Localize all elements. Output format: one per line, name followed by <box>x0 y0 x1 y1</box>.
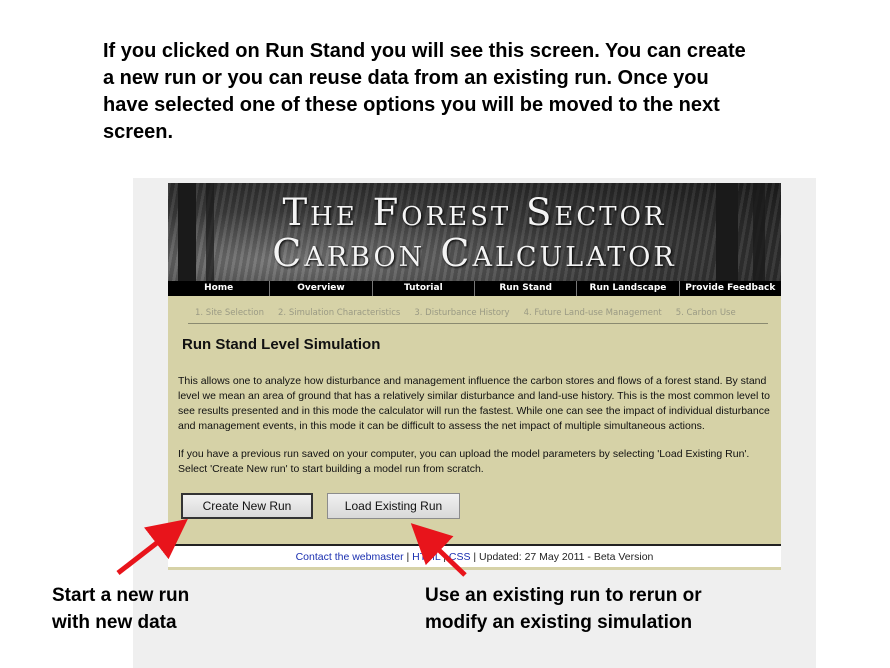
nav-run-stand[interactable]: Run Stand <box>475 281 578 296</box>
callout-line: modify an existing simulation <box>425 612 693 633</box>
step-simulation-characteristics[interactable]: 2. Simulation Characteristics <box>278 308 400 323</box>
nav-home[interactable]: Home <box>168 281 271 296</box>
banner-title-line1: The Forest Sector <box>282 191 667 234</box>
callout-line: Use an existing run to rerun or <box>425 585 702 606</box>
callout-create-new: Start a new run with new data <box>52 582 292 636</box>
html-validator-link[interactable]: HTML <box>412 551 440 563</box>
instruction-text: If you clicked on Run Stand you will see… <box>103 38 843 146</box>
css-validator-link[interactable]: CSS <box>449 551 471 563</box>
contact-webmaster-link[interactable]: Contact the webmaster <box>296 551 404 563</box>
callout-line: Start a new run <box>52 585 190 606</box>
callout-load-existing: Use an existing run to rerun or modify a… <box>425 582 805 636</box>
footer-separator: | <box>440 551 449 563</box>
instruction-line: a new run or you can reuse data from an … <box>103 67 709 89</box>
instruction-line: have selected one of these options you w… <box>103 94 720 116</box>
step-disturbance-history[interactable]: 3. Disturbance History <box>414 308 509 323</box>
callout-line: with new data <box>52 612 177 633</box>
site-footer: Contact the webmaster | HTML | CSS | Upd… <box>168 544 781 567</box>
updated-text: | Updated: 27 May 2011 - Beta Version <box>470 551 654 563</box>
nav-run-landscape[interactable]: Run Landscape <box>577 281 680 296</box>
step-future-land-use[interactable]: 4. Future Land-use Management <box>524 308 662 323</box>
description-paragraph: This allows one to analyze how disturban… <box>178 375 770 432</box>
website-screenshot: The Forest Sector Carbon Calculator Home… <box>168 183 781 570</box>
nav-tutorial[interactable]: Tutorial <box>373 281 475 296</box>
nav-provide-feedback[interactable]: Provide Feedback <box>680 281 781 296</box>
instructions-paragraph: If you have a previous run saved on your… <box>178 448 750 475</box>
create-new-run-button[interactable]: Create New Run <box>181 493 313 519</box>
footer-separator: | <box>403 551 413 563</box>
site-banner: The Forest Sector Carbon Calculator <box>168 183 781 281</box>
step-carbon-use[interactable]: 5. Carbon Use <box>676 308 736 323</box>
banner-title-line2: Carbon Calculator <box>272 231 677 275</box>
instruction-line: If you clicked on Run Stand you will see… <box>103 40 746 62</box>
step-site-selection[interactable]: 1. Site Selection <box>195 308 264 323</box>
load-existing-run-button[interactable]: Load Existing Run <box>327 493 460 519</box>
main-nav: Home Overview Tutorial Run Stand Run Lan… <box>168 281 781 296</box>
nav-overview[interactable]: Overview <box>270 281 373 296</box>
instruction-line: screen. <box>103 121 174 143</box>
page-title: Run Stand Level Simulation <box>182 336 381 353</box>
step-breadcrumb: 1. Site Selection 2. Simulation Characte… <box>188 308 768 324</box>
